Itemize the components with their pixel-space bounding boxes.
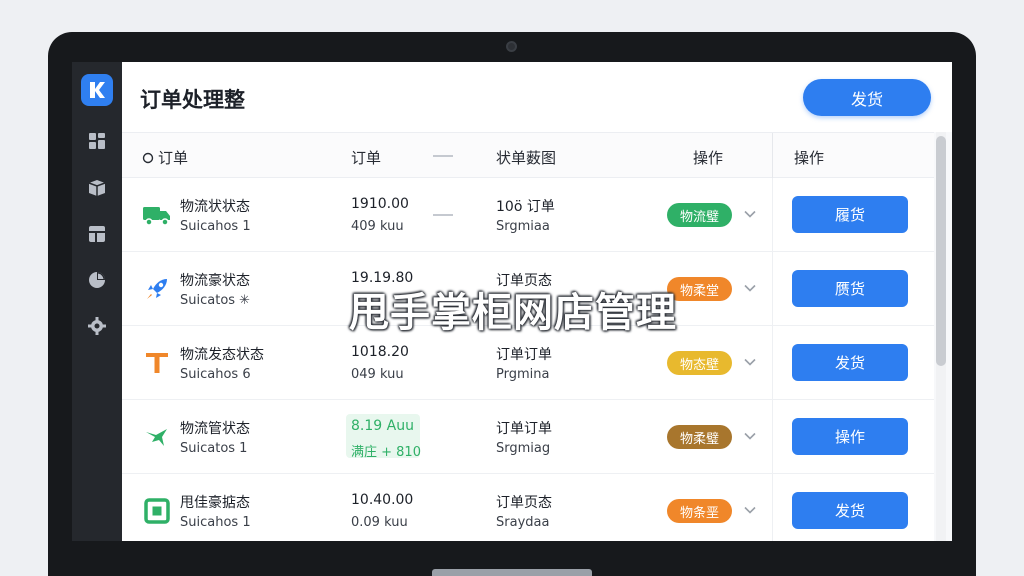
- header: 订单处理整 发货: [122, 62, 952, 132]
- truck-icon: [142, 200, 172, 230]
- box-icon[interactable]: [86, 177, 108, 199]
- rocket-icon: [142, 274, 172, 304]
- row-status-name: 甩佳豪掂态: [180, 495, 250, 511]
- camera-icon: [506, 41, 517, 52]
- header-operation-col[interactable]: 操作: [693, 147, 723, 168]
- status-badge: 物条垩: [667, 499, 732, 523]
- row-order-sub: Srgmiag: [496, 441, 551, 456]
- scrollbar-thumb[interactable]: [936, 136, 946, 366]
- row-amount: 0.09 kuu: [351, 515, 408, 530]
- gear-icon[interactable]: [86, 315, 108, 337]
- row-order-sub: Sraydaa: [496, 515, 550, 530]
- table-row[interactable]: 物流管状态 Suicatos 1 8.19 Auu 满庄 + 810 订单订单 …: [122, 400, 934, 474]
- row-time: 1018.20: [351, 344, 409, 360]
- square-icon: [142, 496, 172, 526]
- column-divider: [772, 133, 773, 179]
- monitor-stand: [432, 569, 592, 576]
- chevron-down-icon[interactable]: [742, 280, 758, 296]
- chevron-down-icon[interactable]: [742, 354, 758, 370]
- header-order-col-2[interactable]: 订单: [351, 147, 381, 168]
- table-row[interactable]: 物流状状态 Suicahos 1 1910.00 409 kuu 10ö 订单 …: [122, 178, 934, 252]
- status-badge: 物流璧: [667, 203, 732, 227]
- row-status-sub: Suicatos 1: [180, 441, 248, 456]
- header-divider-dash: [433, 155, 453, 157]
- table-header: 订单 订单 状单薮图 操作 操作: [122, 132, 934, 179]
- sidebar: [72, 62, 122, 541]
- ship-button[interactable]: 发货: [803, 79, 931, 116]
- row-action-button[interactable]: 操作: [792, 418, 908, 455]
- column-divider: [772, 178, 773, 252]
- row-time: 8.19 Auu: [351, 418, 414, 434]
- row-amount: 满庄 + 810: [351, 445, 421, 460]
- t-icon: [142, 348, 172, 378]
- row-action-button[interactable]: 赝货: [792, 270, 908, 307]
- row-order-sub: Prgmina: [496, 367, 550, 382]
- plane-icon: [142, 422, 172, 452]
- row-dash: [433, 214, 453, 216]
- row-order: 订单页态: [496, 495, 552, 511]
- row-order-sub: Srgmiaa: [496, 219, 550, 234]
- row-status-name: 物流豪状态: [180, 273, 250, 289]
- header-status-col[interactable]: 状单薮图: [496, 147, 556, 168]
- page-title: 订单处理整: [140, 88, 245, 112]
- row-action-button[interactable]: 发货: [792, 492, 908, 529]
- row-status-sub: Suicahos 1: [180, 219, 251, 234]
- row-order: 订单订单: [496, 421, 552, 437]
- row-status-sub: Suicahos 6: [180, 367, 251, 382]
- row-order: 订单订单: [496, 347, 552, 363]
- row-time: 1910.00: [351, 196, 409, 212]
- row-status-name: 物流发态状态: [180, 347, 264, 363]
- column-divider: [772, 252, 773, 326]
- table-row[interactable]: 甩佳豪掂态 Suicahos 1 10.40.00 0.09 kuu 订单页态 …: [122, 474, 934, 541]
- row-action-button[interactable]: 履货: [792, 196, 908, 233]
- chevron-down-icon[interactable]: [742, 206, 758, 222]
- row-order: 10ö 订单: [496, 199, 555, 215]
- grid-icon[interactable]: [86, 130, 108, 152]
- circle-icon: [142, 152, 154, 164]
- status-badge: 物态壁: [667, 351, 732, 375]
- row-time: 10.40.00: [351, 492, 414, 508]
- row-amount: 409 kuu: [351, 219, 404, 234]
- row-amount: 049 kuu: [351, 367, 404, 382]
- status-badge: 物柔璧: [667, 425, 732, 449]
- header-action-col[interactable]: 操作: [794, 147, 824, 168]
- watermark-text: 甩手掌柜网店管理: [349, 290, 677, 336]
- column-divider: [772, 474, 773, 541]
- row-status-sub: Suicahos 1: [180, 515, 251, 530]
- pie-chart-icon[interactable]: [86, 269, 108, 291]
- chevron-down-icon[interactable]: [742, 428, 758, 444]
- row-status-name: 物流状状态: [180, 199, 250, 215]
- column-divider: [772, 400, 773, 474]
- row-status-sub: Suicatos ✳: [180, 293, 251, 308]
- row-status-name: 物流管状态: [180, 421, 250, 437]
- row-action-button[interactable]: 发货: [792, 344, 908, 381]
- layout-icon[interactable]: [86, 223, 108, 245]
- k-logo-icon[interactable]: [81, 74, 113, 106]
- header-order-col[interactable]: 订单: [142, 147, 188, 168]
- chevron-down-icon[interactable]: [742, 502, 758, 518]
- column-divider: [772, 326, 773, 400]
